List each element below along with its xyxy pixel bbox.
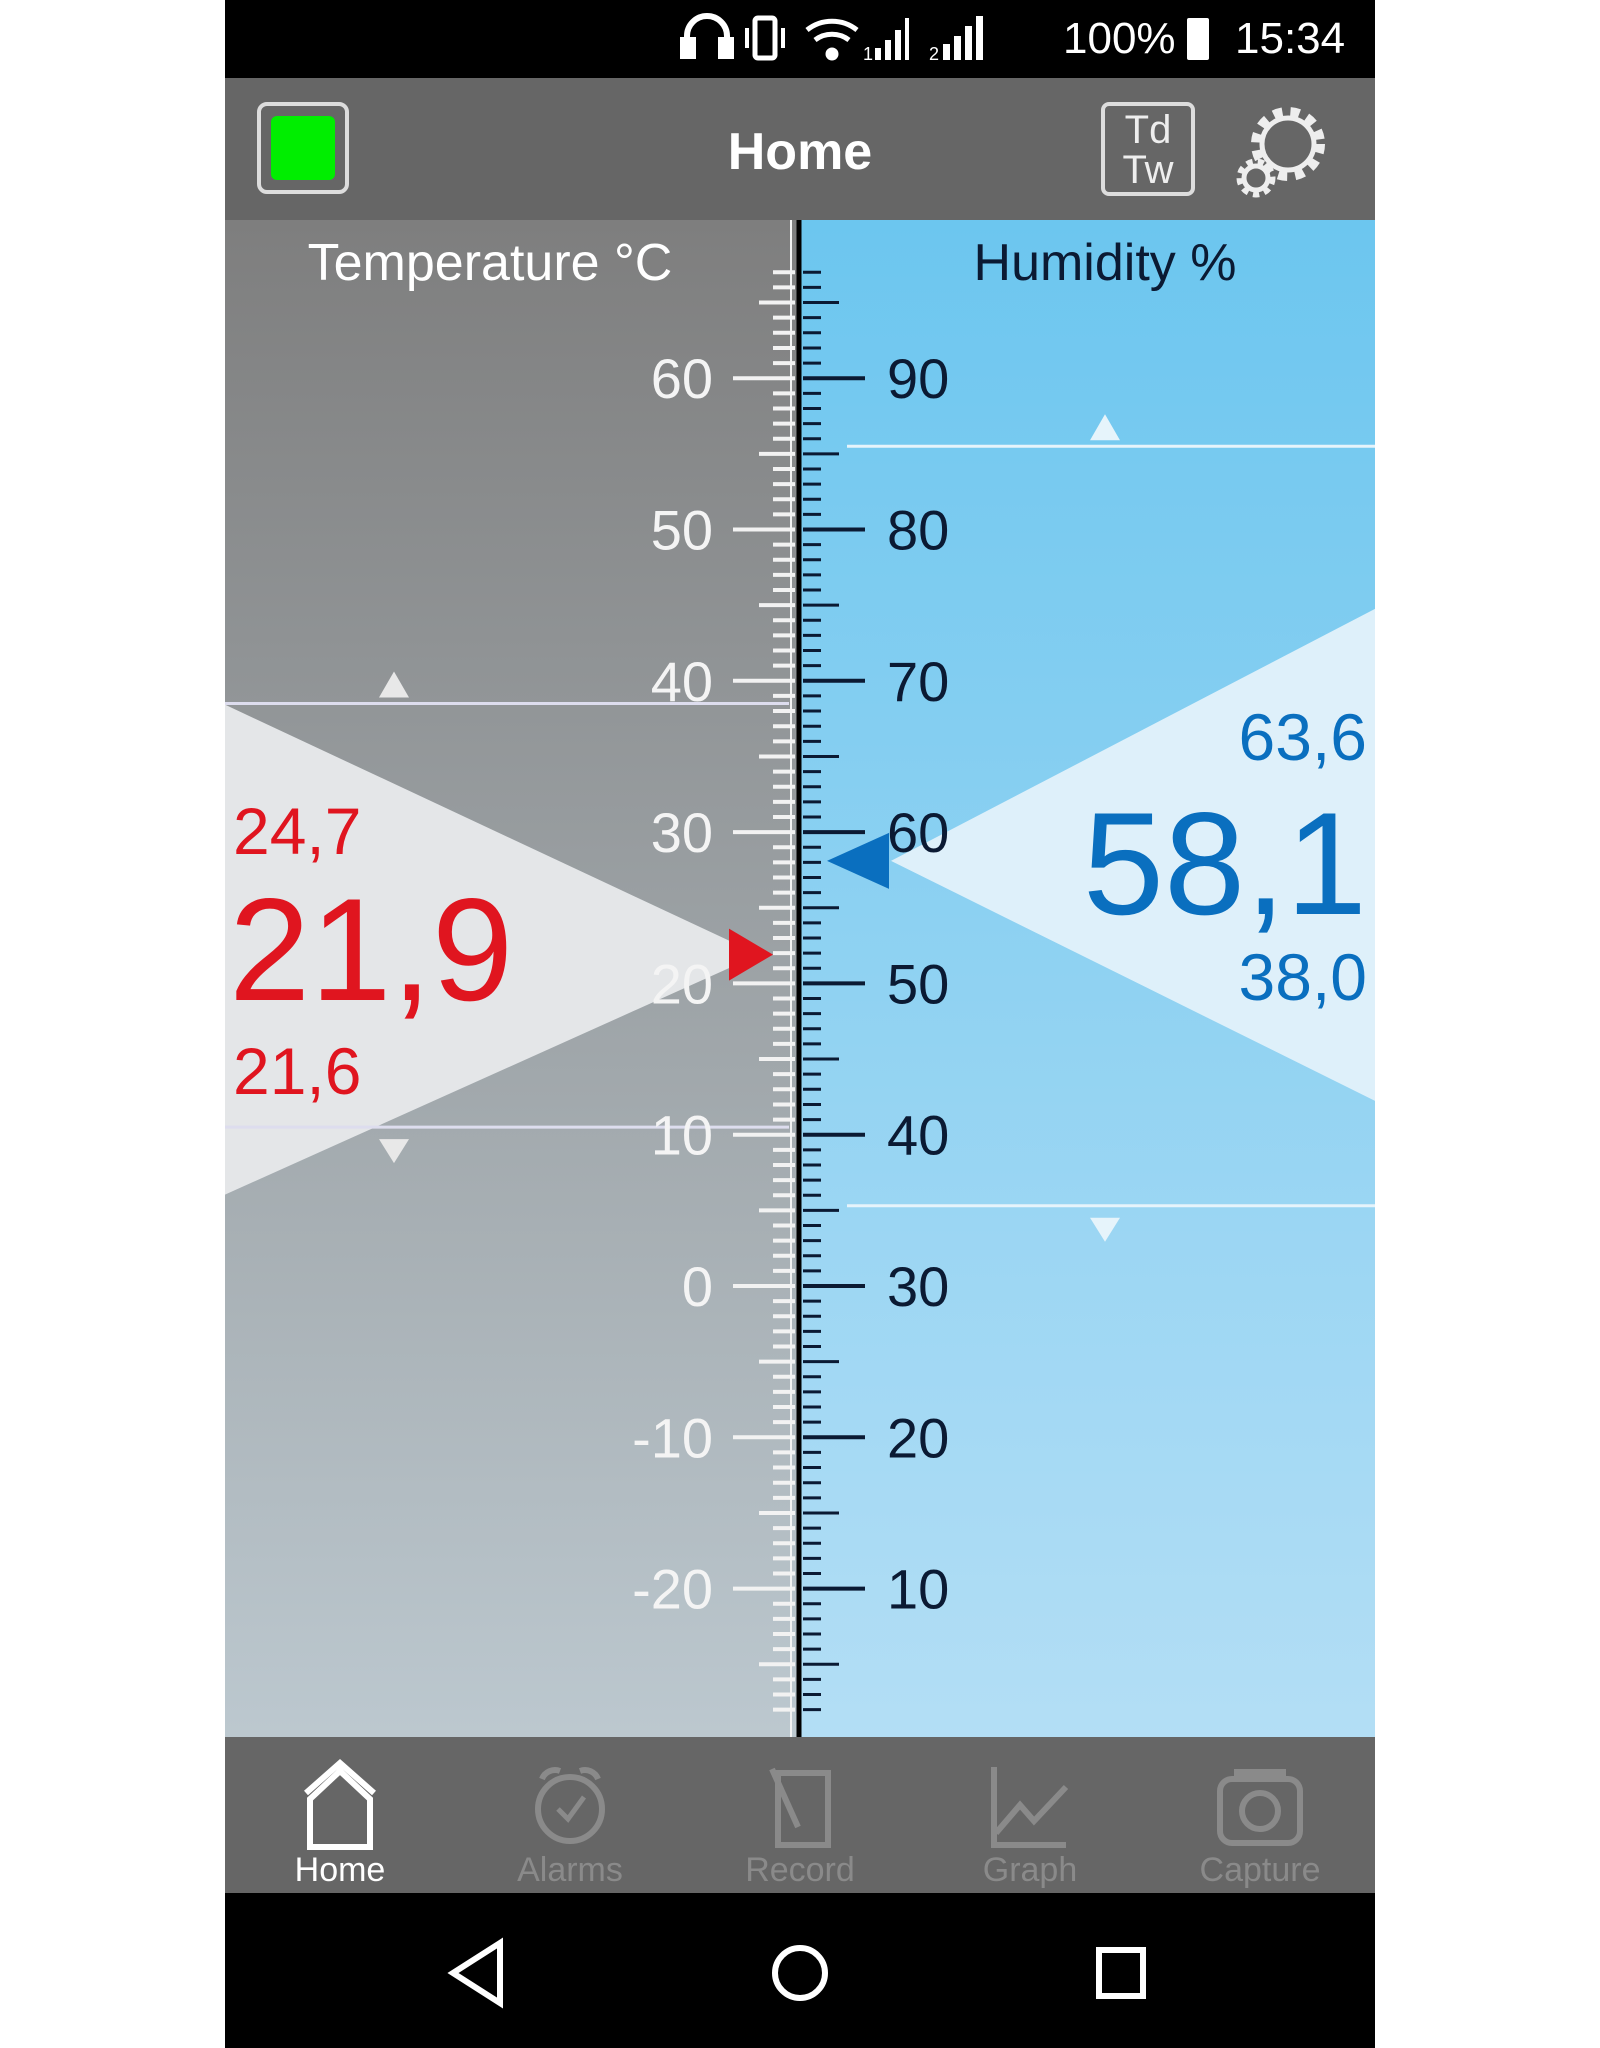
dual-scale-gauge: 60 50 40 30 20 10 0 -10 -20 90 80 70 60 50 40 30 20 10 Te… (225, 220, 1375, 1737)
humidity-min: 38,0 (1239, 940, 1367, 1014)
bottom-nav: Home Alarms Record Graph Capture (225, 1737, 1375, 1893)
sim1-label: 1 (863, 44, 873, 64)
humidity-tick-label: 50 (887, 952, 949, 1015)
record-icon (769, 1767, 831, 1848)
alarm-clock-icon (535, 1767, 605, 1844)
wifi-icon (805, 18, 859, 61)
temperature-tick-label: 50 (651, 499, 713, 562)
graph-icon (991, 1767, 1069, 1848)
temperature-tick-label: 30 (651, 801, 713, 864)
signal-icon (875, 18, 909, 60)
temperature-tick-label: 40 (651, 650, 713, 713)
temperature-value: 21,9 (229, 868, 513, 1031)
battery-percent: 100% (1063, 14, 1176, 63)
tw-label: Tw (1122, 148, 1174, 192)
nav-label: Record (745, 1851, 855, 1889)
temperature-tick-label: 60 (651, 347, 713, 410)
home-icon (304, 1758, 376, 1850)
camera-icon (1217, 1769, 1303, 1846)
temperature-tick-label: 10 (651, 1104, 713, 1167)
headset-icon (680, 13, 734, 59)
status-icons: 1 2 (680, 13, 983, 64)
nav-label: Capture (1199, 1851, 1321, 1889)
temperature-max: 24,7 (233, 794, 361, 868)
clock: 15:34 (1235, 14, 1346, 63)
signal-icon (943, 16, 983, 60)
status-bar: 1 2 100% 15:34 (225, 0, 1375, 78)
temperature-title: Temperature °C (308, 234, 673, 292)
temperature-tick-label: 0 (682, 1255, 713, 1318)
phone-screen: 1 2 100% 15:34 Home Td Tw 60 50 40 30 20… (225, 0, 1375, 2048)
battery-icon (1187, 18, 1209, 60)
app-header: Home Td Tw (225, 78, 1375, 220)
back-icon[interactable] (447, 1937, 503, 2009)
nav-record[interactable]: Record (685, 1737, 915, 1893)
td-tw-icon[interactable]: Td Tw (1101, 102, 1195, 196)
nav-graph[interactable]: Graph (915, 1737, 1145, 1893)
system-nav-bar (225, 1893, 1375, 2048)
humidity-value: 58,1 (1083, 782, 1367, 945)
page-title: Home (727, 123, 873, 181)
sim2-label: 2 (929, 44, 939, 64)
temperature-tick-label: -10 (632, 1406, 713, 1469)
gauge-area: 60 50 40 30 20 10 0 -10 -20 90 80 70 60 50 40 30 20 10 Te… (225, 220, 1375, 1737)
humidity-title: Humidity % (974, 234, 1237, 292)
nav-alarms[interactable]: Alarms (455, 1737, 685, 1893)
humidity-tick-label: 80 (887, 499, 949, 562)
temperature-min: 21,6 (233, 1034, 361, 1108)
vibrate-icon (745, 15, 785, 61)
humidity-tick-label: 10 (887, 1558, 949, 1621)
temperature-tick-label: 20 (651, 952, 713, 1015)
temperature-tick-label: -20 (632, 1558, 713, 1621)
home-circle-icon[interactable] (772, 1945, 828, 2001)
humidity-tick-label: 70 (887, 650, 949, 713)
nav-label: Home (294, 1851, 386, 1889)
td-label: Td (1124, 108, 1172, 152)
humidity-tick-label: 30 (887, 1255, 949, 1318)
nav-label: Graph (982, 1851, 1078, 1889)
humidity-tick-label: 20 (887, 1406, 949, 1469)
gear-icon[interactable] (1230, 96, 1340, 206)
nav-home[interactable]: Home (225, 1737, 455, 1893)
nav-capture[interactable]: Capture (1145, 1737, 1375, 1893)
recents-icon[interactable] (1096, 1947, 1146, 1999)
humidity-max: 63,6 (1239, 700, 1367, 774)
humidity-tick-label: 90 (887, 347, 949, 410)
humidity-tick-label: 40 (887, 1104, 949, 1167)
humidity-tick-label: 60 (887, 801, 949, 864)
nav-label: Alarms (517, 1851, 623, 1889)
